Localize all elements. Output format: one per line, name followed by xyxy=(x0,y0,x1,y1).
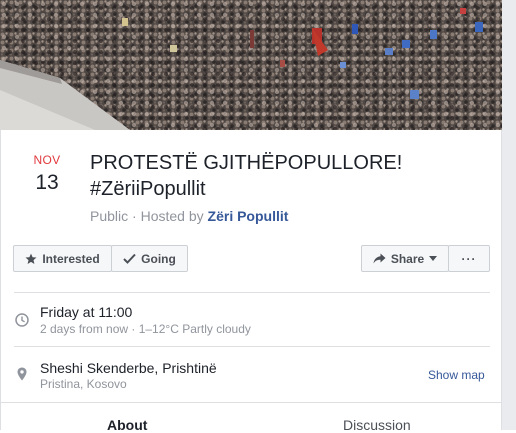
event-date: NOV 13 xyxy=(30,153,64,195)
clock-icon xyxy=(15,313,29,327)
event-day: 13 xyxy=(35,171,59,194)
going-label: Going xyxy=(141,251,176,266)
event-meta: Public · Hosted by Zëri Popullit xyxy=(90,208,288,224)
interested-button[interactable]: Interested xyxy=(13,245,112,272)
divider xyxy=(14,346,490,347)
page-gutter xyxy=(502,0,516,430)
share-arrow-icon xyxy=(373,253,386,264)
event-location-city: Pristina, Kosovo xyxy=(40,377,127,391)
event-title: PROTESTË GJITHËPOPULLORE! #ZëriiPopullit xyxy=(90,152,403,200)
checkmark-icon xyxy=(123,253,136,264)
show-map-link[interactable]: Show map xyxy=(428,368,485,382)
event-time[interactable]: Friday at 11:00 xyxy=(40,304,132,320)
crowd-photo xyxy=(0,0,502,130)
privacy-label: Public xyxy=(90,208,129,224)
tab-about[interactable]: About xyxy=(107,417,147,433)
host-link[interactable]: Zëri Popullit xyxy=(208,208,289,224)
share-label: Share xyxy=(390,251,425,266)
location-pin-icon xyxy=(17,367,27,381)
star-icon xyxy=(25,253,37,264)
event-location[interactable]: Sheshi Skenderbe, Prishtinë xyxy=(40,360,217,376)
divider xyxy=(0,402,502,403)
divider xyxy=(14,292,490,293)
hosted-by-label: Hosted by xyxy=(140,208,204,224)
chevron-down-icon xyxy=(429,256,438,261)
interested-label: Interested xyxy=(42,251,100,266)
event-month: NOV xyxy=(33,153,61,167)
tab-discussion[interactable]: Discussion xyxy=(343,417,411,433)
meta-separator: · xyxy=(132,208,141,224)
event-time-details: 2 days from now · 1–12°C Partly cloudy xyxy=(40,322,251,336)
more-options-button[interactable]: ··· xyxy=(448,245,490,272)
cover-photo xyxy=(0,0,502,130)
going-button[interactable]: Going xyxy=(111,245,188,272)
share-button[interactable]: Share xyxy=(361,245,449,272)
